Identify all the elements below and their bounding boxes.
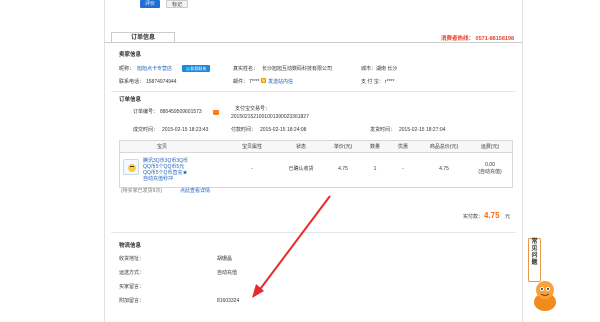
- email-value: 7****: [249, 79, 260, 85]
- table-header: 宝贝 宝贝属性 状态 单价(元) 数量 优惠 商品总价(元) 运费(元): [120, 141, 512, 153]
- item-shipping: 0.00: [485, 162, 495, 168]
- mascot-icon[interactable]: [531, 272, 559, 314]
- col-discount: 优惠: [397, 144, 408, 150]
- alipay-label: 支 付 宝：: [361, 79, 384, 85]
- tab-underline: [104, 42, 522, 43]
- col-item: 宝贝: [156, 144, 167, 150]
- city-label: 城市：: [361, 66, 377, 72]
- flag-icon: [213, 110, 219, 115]
- col-qty: 数量: [369, 144, 380, 150]
- item-thumbnail[interactable]: [123, 159, 139, 175]
- mark-button[interactable]: 标记: [166, 0, 188, 8]
- nick-label: 昵称：: [119, 66, 135, 72]
- extra-label: 附加留言：: [119, 298, 145, 304]
- order-items-table: 宝贝 宝贝属性 状态 单价(元) 数量 优惠 商品总价(元) 运费(元) 腾讯3…: [119, 140, 513, 188]
- item-total: 4.75: [439, 166, 449, 172]
- email-label: 邮件：: [233, 79, 249, 85]
- logistics-section-title: 物流信息: [119, 243, 142, 249]
- col-price: 单价(元): [333, 144, 353, 150]
- item-price: 4.75: [338, 166, 348, 172]
- col-attr: 宝贝属性: [241, 144, 262, 150]
- created-value: 2015-02-15 18:23:43: [162, 127, 209, 133]
- seller-section-title: 卖家信息: [119, 52, 142, 58]
- item-status: 已确认收货: [288, 166, 314, 172]
- shipped-label: 发货时间：: [370, 127, 396, 133]
- send-message-link[interactable]: 发送站内信: [268, 79, 293, 85]
- alipay-value: r****: [385, 79, 395, 85]
- item-discount: -: [402, 166, 404, 172]
- order-note: (待买家已发货9次): [121, 188, 163, 194]
- item-shipping-note: (自动充值): [478, 169, 502, 175]
- consumer-hotline: 消费者热线： 0571-88158198: [441, 36, 515, 42]
- frame-left-border: [104, 0, 105, 322]
- order-detail-page: 评价 标记 订单信息 消费者热线： 0571-88158198 卖家信息 昵称：…: [0, 0, 600, 322]
- paid-label: 付款时间：: [231, 127, 257, 133]
- section-divider-2: [111, 232, 516, 233]
- chat-icon: [185, 66, 190, 71]
- mail-icon: [261, 78, 266, 83]
- paid-value: 2015-02-15 18:24:08: [260, 127, 307, 133]
- addr-value: 胡珊晶: [217, 256, 233, 262]
- paid-total-unit: 元: [505, 214, 511, 220]
- rate-button[interactable]: 评价: [140, 0, 160, 8]
- phone-value: 15874974944: [146, 79, 177, 85]
- view-details-link[interactable]: 点此查看详情: [180, 188, 210, 194]
- col-status: 状态: [295, 144, 306, 150]
- phone-label: 联系电话：: [119, 79, 145, 85]
- paid-total-value: 4.75: [484, 211, 500, 220]
- section-divider: [111, 91, 516, 92]
- contact-badge-label: 和我联系: [190, 66, 207, 71]
- item-attr: -: [251, 166, 253, 172]
- method-value: 自动充值: [217, 270, 238, 276]
- order-no-value: 880459509601573: [160, 109, 202, 115]
- alipay-trade-label: 支付宝交易号：: [235, 106, 271, 112]
- nick-value[interactable]: 旭旭点卡专营店: [137, 66, 172, 72]
- created-label: 成交时间：: [133, 127, 159, 133]
- shipped-value: 2015-02-15 18:27:04: [399, 127, 446, 133]
- contact-badge[interactable]: 和我联系: [182, 65, 210, 72]
- msg-label: 买家留言：: [119, 284, 145, 290]
- item-name-link[interactable]: 腾讯3Q币3Q币3Q币QQ币5个QQ币5元QQ币5个Q币直充★自动充值秒冲: [143, 158, 191, 182]
- col-shipping: 运费(元): [480, 144, 500, 150]
- alipay-trade-value: 2015021521001001390023361827: [231, 114, 309, 120]
- extra-value: 81603324: [217, 298, 240, 304]
- method-label: 运送方式：: [119, 270, 145, 276]
- realname-value: 长沙旭旭互动数码科技有限公司: [262, 66, 333, 72]
- addr-label: 收货地址：: [119, 256, 145, 262]
- item-qty: 1: [373, 166, 377, 172]
- frame-right-border: [522, 0, 523, 322]
- realname-label: 真实姓名：: [233, 66, 259, 72]
- col-total: 商品总价(元): [429, 144, 459, 150]
- order-section-title: 订单信息: [119, 97, 142, 103]
- order-no-label: 订单编号：: [133, 109, 159, 115]
- paid-total-label: 实付款：: [463, 214, 484, 220]
- city-value: 湖南 长沙: [376, 66, 398, 72]
